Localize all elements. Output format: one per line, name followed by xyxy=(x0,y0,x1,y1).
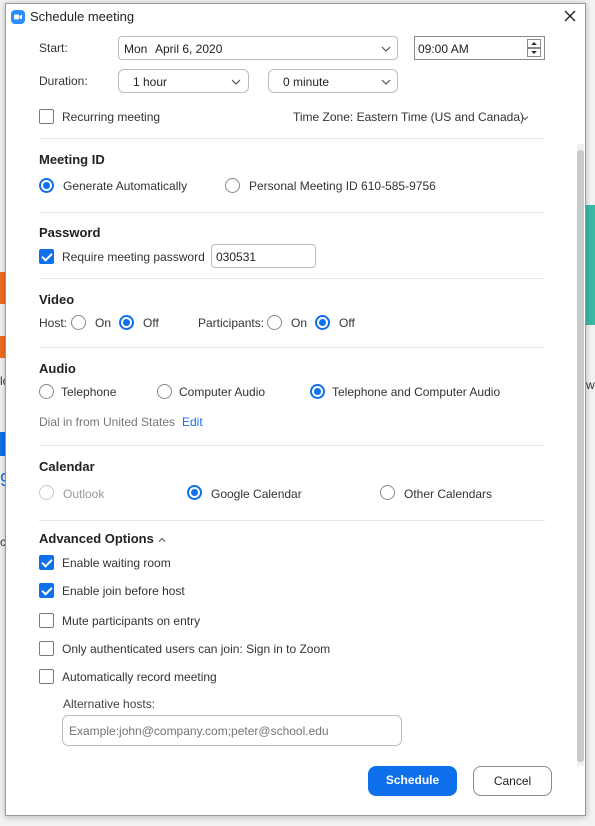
start-date-select[interactable]: Mon April 6, 2020 xyxy=(118,36,398,60)
host-video-on-radio[interactable] xyxy=(71,315,86,330)
generate-automatically-radio[interactable] xyxy=(39,178,54,193)
calendar-google-label[interactable]: Google Calendar xyxy=(211,487,302,501)
audio-telephone-radio[interactable] xyxy=(39,384,54,399)
host-video-off-radio[interactable] xyxy=(119,315,134,330)
waiting-room-label[interactable]: Enable waiting room xyxy=(62,556,171,570)
duration-hours-value: 1 hour xyxy=(133,75,168,89)
schedule-button[interactable]: Schedule xyxy=(368,766,457,796)
recurring-checkbox[interactable] xyxy=(39,109,54,124)
start-label: Start: xyxy=(39,41,68,55)
section-divider xyxy=(39,212,545,213)
chevron-down-icon xyxy=(381,46,391,52)
start-time-value: 09:00 AM xyxy=(418,42,469,56)
section-divider xyxy=(39,138,545,139)
section-divider xyxy=(39,347,545,348)
calendar-other-radio[interactable] xyxy=(380,485,395,500)
video-host-label: Host: xyxy=(39,316,68,330)
meeting-id-heading: Meeting ID xyxy=(39,152,105,167)
start-day: Mon xyxy=(124,42,148,56)
password-input[interactable]: 030531 xyxy=(211,244,316,268)
host-video-on-label[interactable]: On xyxy=(95,316,111,330)
waiting-room-checkbox[interactable] xyxy=(39,555,54,570)
duration-hours-select[interactable]: 1 hour xyxy=(118,69,249,93)
start-date: April 6, 2020 xyxy=(155,42,223,56)
dial-in-edit-link[interactable]: Edit xyxy=(182,415,203,429)
time-down-button[interactable] xyxy=(527,48,541,57)
audio-both-radio[interactable] xyxy=(310,384,325,399)
participants-video-on-label[interactable]: On xyxy=(291,316,307,330)
time-up-button[interactable] xyxy=(527,39,541,48)
duration-label: Duration: xyxy=(39,74,88,88)
password-heading: Password xyxy=(39,225,101,240)
start-time-stepper[interactable]: 09:00 AM xyxy=(414,36,545,60)
calendar-outlook-label[interactable]: Outlook xyxy=(63,487,104,501)
password-value: 030531 xyxy=(216,250,257,264)
authenticated-users-label[interactable]: Only authenticated users can join: Sign … xyxy=(62,642,330,656)
authenticated-users-checkbox[interactable] xyxy=(39,641,54,656)
audio-both-label[interactable]: Telephone and Computer Audio xyxy=(332,385,500,399)
calendar-google-radio[interactable] xyxy=(187,485,202,500)
duration-minutes-select[interactable]: 0 minute xyxy=(268,69,398,93)
section-divider xyxy=(39,520,545,521)
dial-in-text: Dial in from United States xyxy=(39,415,176,429)
zoom-logo-icon xyxy=(11,10,25,24)
section-divider xyxy=(39,278,545,279)
alternative-hosts-input[interactable] xyxy=(62,715,402,746)
require-password-checkbox[interactable] xyxy=(39,249,54,264)
scrollbar-thumb[interactable] xyxy=(577,150,584,762)
video-heading: Video xyxy=(39,292,75,307)
audio-computer-label[interactable]: Computer Audio xyxy=(179,385,265,399)
dialog-title: Schedule meeting xyxy=(30,9,135,24)
calendar-outlook-radio[interactable] xyxy=(39,485,54,500)
calendar-heading: Calendar xyxy=(39,459,95,474)
advanced-options-toggle[interactable]: Advanced Options xyxy=(39,531,154,546)
chevron-up-icon[interactable] xyxy=(157,535,167,545)
timezone-select[interactable]: Time Zone: Eastern Time (US and Canada) xyxy=(293,110,524,124)
mute-on-entry-label[interactable]: Mute participants on entry xyxy=(62,614,200,628)
generate-automatically-label[interactable]: Generate Automatically xyxy=(63,179,187,193)
join-before-host-label[interactable]: Enable join before host xyxy=(62,584,185,598)
audio-heading: Audio xyxy=(39,361,76,376)
video-participants-label: Participants: xyxy=(198,316,265,330)
recurring-label[interactable]: Recurring meeting xyxy=(62,110,160,124)
participants-video-off-radio[interactable] xyxy=(315,315,330,330)
join-before-host-checkbox[interactable] xyxy=(39,583,54,598)
require-password-label[interactable]: Require meeting password xyxy=(62,250,205,264)
cancel-button[interactable]: Cancel xyxy=(473,766,552,796)
calendar-other-label[interactable]: Other Calendars xyxy=(404,487,492,501)
host-video-off-label[interactable]: Off xyxy=(143,316,159,330)
chevron-down-icon xyxy=(521,116,529,121)
audio-computer-radio[interactable] xyxy=(157,384,172,399)
auto-record-checkbox[interactable] xyxy=(39,669,54,684)
auto-record-label[interactable]: Automatically record meeting xyxy=(62,670,217,684)
chevron-down-icon xyxy=(381,79,391,85)
alternative-hosts-label: Alternative hosts: xyxy=(63,697,156,711)
mute-on-entry-checkbox[interactable] xyxy=(39,613,54,628)
close-icon[interactable] xyxy=(562,8,578,24)
section-divider xyxy=(39,445,545,446)
audio-telephone-label[interactable]: Telephone xyxy=(61,385,116,399)
background-text: w xyxy=(586,378,595,392)
personal-meeting-id-label[interactable]: Personal Meeting ID 610-585-9756 xyxy=(249,179,436,193)
schedule-meeting-dialog: Schedule meeting Start: Mon April 6, 202… xyxy=(5,3,586,816)
duration-minutes-value: 0 minute xyxy=(283,75,330,89)
participants-video-on-radio[interactable] xyxy=(267,315,282,330)
personal-meeting-id-radio[interactable] xyxy=(225,178,240,193)
participants-video-off-label[interactable]: Off xyxy=(339,316,355,330)
chevron-down-icon xyxy=(231,79,241,85)
